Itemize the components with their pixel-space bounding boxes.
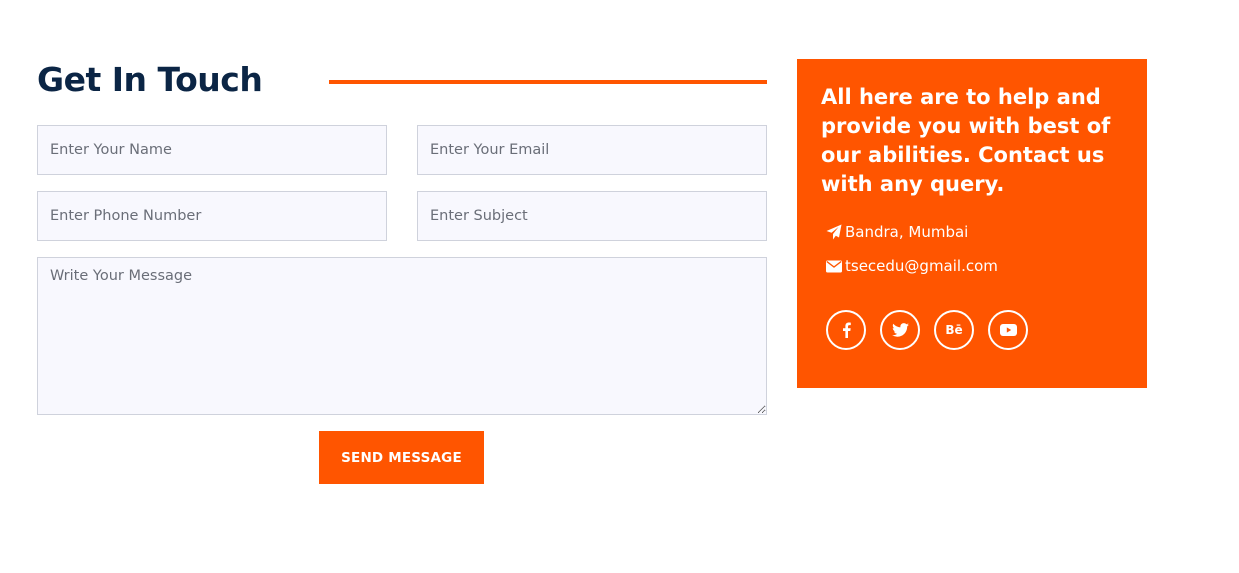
phone-input[interactable] (37, 191, 387, 241)
name-input[interactable] (37, 125, 387, 175)
info-text: All here are to help and provide you wit… (821, 85, 1111, 196)
behance-icon: Bē (945, 323, 963, 337)
address-text: Bandra, Mumbai (845, 223, 969, 241)
title-underline (329, 80, 767, 84)
twitter-link[interactable] (880, 310, 920, 350)
social-links: Bē (826, 310, 1042, 350)
send-message-button[interactable]: SEND MESSAGE (319, 431, 484, 484)
contact-section: Get In Touch SEND MESSAGE All here are t… (0, 0, 1239, 573)
youtube-link[interactable] (988, 310, 1028, 350)
behance-link[interactable]: Bē (934, 310, 974, 350)
contact-info-card: All here are to help and provide you wit… (797, 59, 1147, 388)
subject-input[interactable] (417, 191, 767, 241)
email-text: tsecedu@gmail.com (845, 257, 998, 275)
youtube-icon (999, 324, 1017, 336)
paper-plane-icon (825, 224, 842, 241)
address-row: Bandra, Mumbai (825, 223, 968, 241)
facebook-link[interactable] (826, 310, 866, 350)
message-textarea[interactable] (37, 257, 767, 415)
twitter-icon (891, 323, 909, 337)
email-input[interactable] (417, 125, 767, 175)
page-title: Get In Touch (37, 60, 263, 99)
facebook-icon (842, 322, 851, 338)
email-row: tsecedu@gmail.com (825, 257, 998, 275)
envelope-icon (825, 258, 842, 275)
